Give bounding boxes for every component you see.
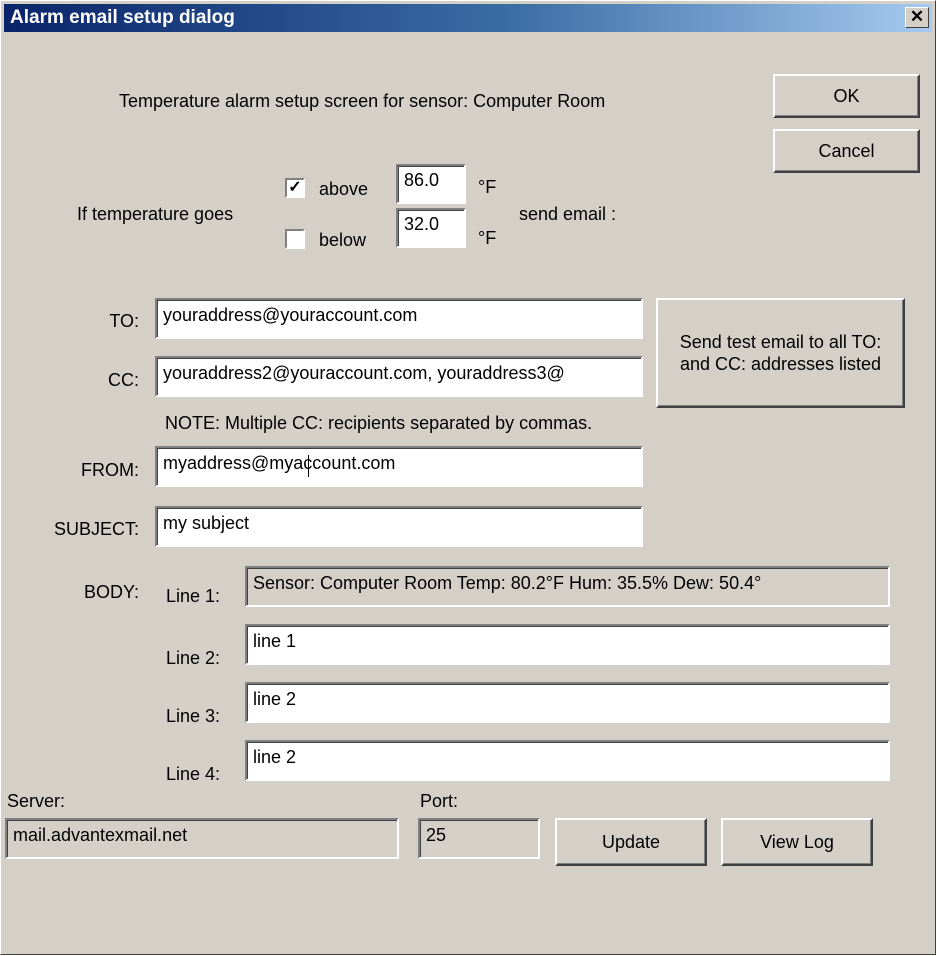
send-test-email-button[interactable]: Send test email to all TO: and CC: addre… [656, 298, 905, 408]
cancel-button[interactable]: Cancel [773, 129, 920, 173]
port-field[interactable]: 25 [418, 818, 540, 859]
body-line-4-label: Line 4: [166, 764, 221, 784]
body-line-2-field[interactable]: line 1 [245, 624, 890, 665]
to-label: TO: [109, 311, 139, 331]
body-line-4-field[interactable]: line 2 [245, 740, 890, 781]
below-label: below [319, 230, 367, 250]
dialog-window: Alarm email setup dialog ✕ Temperature a… [0, 0, 936, 955]
above-label: above [319, 179, 369, 199]
to-email-field[interactable]: youraddress@youraccount.com [155, 298, 643, 339]
cc-label: CC: [108, 370, 139, 390]
port-label: Port: [420, 791, 459, 811]
body-line-1-field: Sensor: Computer Room Temp: 80.2°F Hum: … [245, 566, 890, 607]
text-caret [308, 455, 309, 477]
body-line-2-label: Line 2: [166, 648, 221, 668]
sensor-header: Temperature alarm setup screen for senso… [119, 91, 606, 111]
title-bar[interactable]: Alarm email setup dialog ✕ [4, 4, 932, 32]
below-temperature-field[interactable]: 32.0 [396, 208, 466, 248]
above-temperature-field[interactable]: 86.0 [396, 164, 466, 204]
from-email-value: myaddress@myaccount.com [163, 453, 396, 473]
condition-suffix-label: send email : [519, 204, 617, 224]
from-email-field[interactable]: myaddress@myaccount.com [155, 446, 643, 487]
from-label: FROM: [81, 460, 139, 480]
below-unit-label: °F [478, 228, 497, 248]
update-button[interactable]: Update [555, 818, 707, 866]
window-title: Alarm email setup dialog [10, 7, 235, 28]
body-line-3-label: Line 3: [166, 706, 221, 726]
above-unit-label: °F [478, 177, 497, 197]
view-log-button[interactable]: View Log [721, 818, 873, 866]
below-checkbox[interactable] [285, 229, 305, 249]
cc-email-field[interactable]: youraddress2@youraccount.com, youraddres… [155, 356, 643, 397]
above-checkbox[interactable]: ✓ [285, 178, 305, 198]
server-label: Server: [7, 791, 66, 811]
subject-field[interactable]: my subject [155, 506, 643, 547]
body-label: BODY: [83, 582, 139, 602]
server-field[interactable]: mail.advantexmail.net [5, 818, 399, 859]
body-line-1-label: Line 1: [166, 586, 221, 606]
close-icon[interactable]: ✕ [905, 7, 929, 28]
ok-button[interactable]: OK [773, 74, 920, 118]
condition-prefix-label: If temperature goes [77, 204, 234, 224]
cc-note: NOTE: Multiple CC: recipients separated … [165, 413, 593, 433]
body-line-3-field[interactable]: line 2 [245, 682, 890, 723]
subject-label: SUBJECT: [53, 519, 139, 539]
